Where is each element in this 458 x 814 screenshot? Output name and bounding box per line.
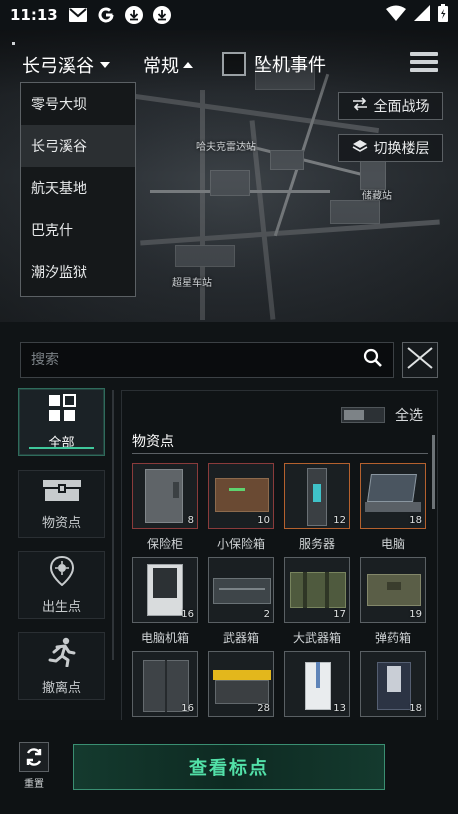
map-place-label: 哈夫克雷达站 xyxy=(196,142,256,153)
server-icon: 12 xyxy=(284,463,350,529)
map-option[interactable]: 巴克什 xyxy=(21,209,135,251)
grid-item-server[interactable]: 12 服务器 xyxy=(284,463,350,552)
view-markers-button[interactable]: 查看标点 xyxy=(73,744,385,790)
large-weapon-crate-icon: 17 xyxy=(284,557,350,623)
mode-select-value: 常规 xyxy=(143,56,179,77)
marker-grid: 全选 物资点 8 保险柜 10 小保险箱 12 服务器 18 电脑 16 电脑机… xyxy=(121,390,438,720)
map-toolbar: 长弓溪谷 常规 坠机事件 xyxy=(0,42,458,86)
grid-item-safe[interactable]: 8 保险柜 xyxy=(132,463,198,552)
grid-item[interactable]: 16 xyxy=(132,651,198,720)
layers-icon xyxy=(352,139,368,157)
category-extraction[interactable]: 撤离点 xyxy=(18,632,105,700)
signal-icon xyxy=(414,5,430,25)
map-place-label: 储藏站 xyxy=(362,191,392,202)
map-select-dropdown[interactable]: 长弓溪谷 xyxy=(22,52,110,78)
crash-event-toggle[interactable]: 坠机事件 xyxy=(222,51,326,77)
google-icon xyxy=(96,6,116,24)
medical-crate-icon: 28 xyxy=(208,651,274,717)
lab-coat-icon: 13 xyxy=(284,651,350,717)
swap-arrows-icon xyxy=(352,97,368,115)
map-place-label: 超星车站 xyxy=(172,278,212,289)
category-spawn[interactable]: 出生点 xyxy=(18,551,105,619)
category-all[interactable]: 全部 xyxy=(18,388,105,456)
panel-divider xyxy=(112,390,114,660)
grid-item[interactable]: 18 xyxy=(360,651,426,720)
map-option[interactable]: 零号大坝 xyxy=(21,83,135,125)
spawn-pin-icon xyxy=(49,555,75,590)
search-bar[interactable] xyxy=(20,342,394,378)
search-icon[interactable] xyxy=(363,348,383,372)
ammo-crate-icon: 19 xyxy=(360,557,426,623)
section-divider xyxy=(132,453,428,454)
list-menu-icon xyxy=(410,52,438,72)
map-option-selected[interactable]: 长弓溪谷 xyxy=(21,125,135,167)
grid-item[interactable]: 13 xyxy=(284,651,350,720)
grid-item[interactable]: 28 xyxy=(208,651,274,720)
weapon-crate-icon: 2 xyxy=(208,557,274,623)
map-option[interactable]: 航天基地 xyxy=(21,167,135,209)
small-safe-icon: 10 xyxy=(208,463,274,529)
filter-panel: 全部 物资点 出生点 撤离点 全选 物资点 8 xyxy=(0,322,458,720)
map-select-value: 长弓溪谷 xyxy=(22,56,94,77)
status-time: 11:13 xyxy=(10,6,58,24)
select-all-switch[interactable] xyxy=(341,407,385,423)
refresh-icon xyxy=(19,742,49,772)
jacket-icon: 18 xyxy=(360,651,426,717)
category-supplies[interactable]: 物资点 xyxy=(18,470,105,538)
battery-icon xyxy=(438,4,448,26)
close-button[interactable] xyxy=(402,342,438,378)
grid-item-small-safe[interactable]: 10 小保险箱 xyxy=(208,463,274,552)
mode-select-dropdown[interactable]: 常规 xyxy=(143,52,193,78)
footer-bar: 重置 查看标点 xyxy=(0,720,458,814)
map-dropdown-list: 零号大坝 长弓溪谷 航天基地 巴克什 潮汐监狱 xyxy=(20,82,136,297)
full-battlefield-button[interactable]: 全面战场 xyxy=(338,92,443,120)
laptop-icon: 18 xyxy=(360,463,426,529)
grid-item-ammo-crate[interactable]: 19 弹药箱 xyxy=(360,557,426,646)
switch-floor-button[interactable]: 切换楼层 xyxy=(338,134,443,162)
wifi-icon xyxy=(386,5,406,25)
list-menu-button[interactable] xyxy=(410,52,438,74)
select-all-control[interactable]: 全选 xyxy=(341,405,423,425)
grid-item-large-weapon-crate[interactable]: 17 大武器箱 xyxy=(284,557,350,646)
caret-up-icon xyxy=(183,62,193,68)
download-icon xyxy=(152,6,172,24)
cabinet-icon: 16 xyxy=(132,651,198,717)
gmail-icon xyxy=(68,6,88,24)
grid-item-computer[interactable]: 18 电脑 xyxy=(360,463,426,552)
download-icon xyxy=(124,6,144,24)
section-title: 物资点 xyxy=(132,434,174,450)
safe-icon: 8 xyxy=(132,463,198,529)
crash-event-checkbox[interactable] xyxy=(222,52,246,76)
map-option[interactable]: 潮汐监狱 xyxy=(21,251,135,293)
caret-down-icon xyxy=(100,62,110,68)
running-man-icon xyxy=(48,637,76,671)
close-icon xyxy=(407,347,433,373)
pc-case-icon: 16 xyxy=(132,557,198,623)
grid-icon xyxy=(48,393,76,426)
grid-item-weapon-crate[interactable]: 2 武器箱 xyxy=(208,557,274,646)
grid-item-pc-case[interactable]: 16 电脑机箱 xyxy=(132,557,198,646)
status-bar: 11:13 xyxy=(0,0,458,30)
search-input[interactable] xyxy=(31,352,363,368)
crash-event-label: 坠机事件 xyxy=(254,55,326,76)
crate-icon xyxy=(42,478,82,506)
reset-button[interactable]: 重置 xyxy=(18,742,50,790)
scrollbar[interactable] xyxy=(432,435,435,509)
